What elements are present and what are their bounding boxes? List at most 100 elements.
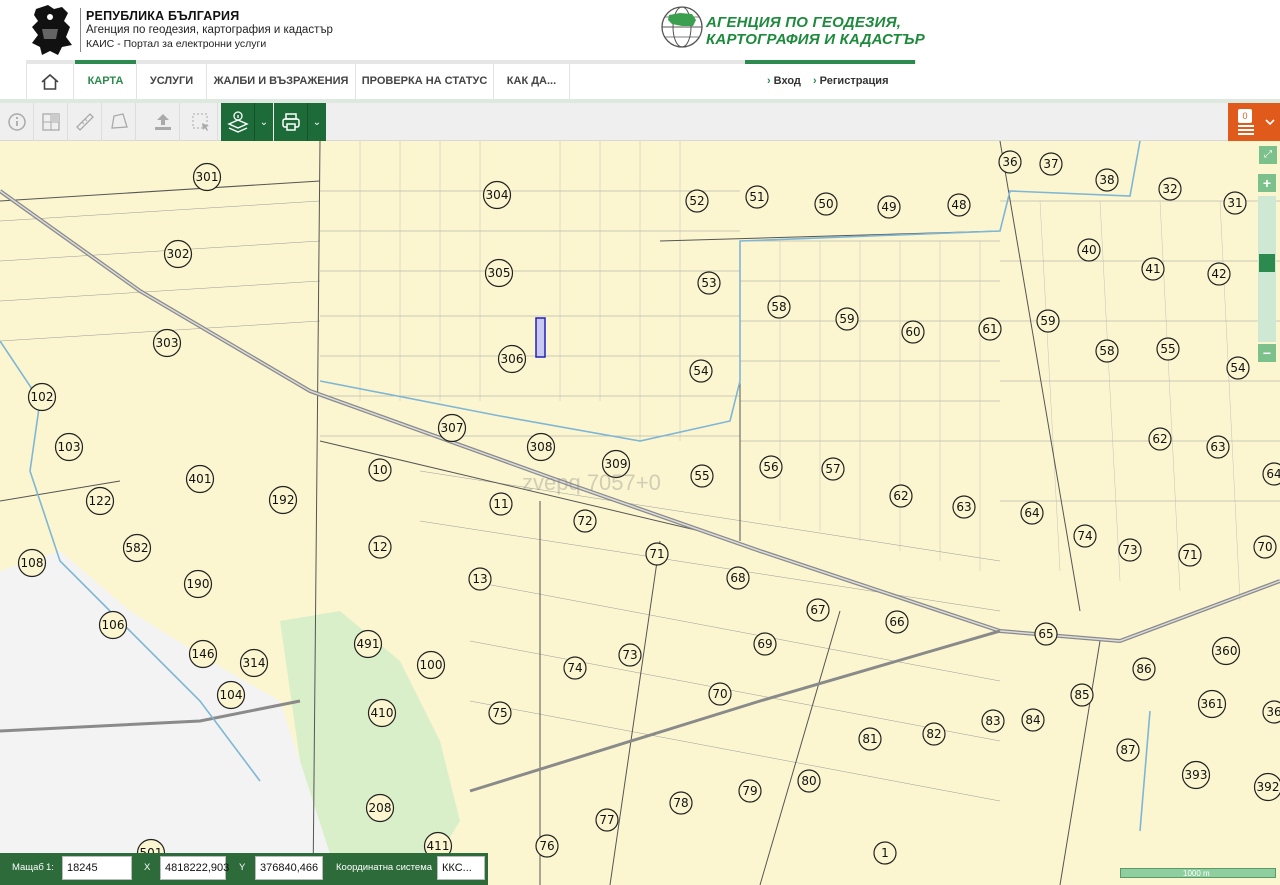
info-tool-button[interactable] bbox=[0, 103, 34, 141]
parcel-label[interactable]: 55 bbox=[690, 464, 714, 488]
parcel-label[interactable]: 49 bbox=[877, 195, 901, 219]
parcel-label[interactable]: 57 bbox=[821, 457, 845, 481]
y-coordinate-field[interactable]: 376840,466 bbox=[255, 856, 323, 880]
register-link[interactable]: › Регистрация bbox=[813, 64, 888, 99]
parcel-label[interactable]: 64 bbox=[1262, 462, 1280, 486]
parcel-label[interactable]: 50 bbox=[814, 192, 838, 216]
fullscreen-button[interactable]: ⤢ bbox=[1259, 146, 1277, 164]
parcel-label[interactable]: 361 bbox=[1197, 689, 1227, 719]
nav-tab-how-to[interactable]: КАК ДА... bbox=[494, 64, 570, 99]
parcel-label[interactable]: 410 bbox=[367, 698, 397, 728]
upload-button[interactable] bbox=[146, 103, 180, 141]
selected-parcel[interactable] bbox=[535, 317, 546, 358]
parcel-label[interactable]: 11 bbox=[489, 492, 513, 516]
parcel-label[interactable]: 31 bbox=[1223, 191, 1247, 215]
parcel-label[interactable]: 83 bbox=[981, 709, 1005, 733]
parcel-label[interactable]: 68 bbox=[726, 566, 750, 590]
parcel-label[interactable]: 307 bbox=[437, 413, 467, 443]
layers-panel-button[interactable] bbox=[1228, 103, 1280, 141]
parcel-label[interactable]: 60 bbox=[901, 320, 925, 344]
parcel-label[interactable]: 302 bbox=[163, 239, 193, 269]
parcel-label[interactable]: 84 bbox=[1021, 708, 1045, 732]
parcel-label[interactable]: 1 bbox=[873, 841, 897, 865]
parcel-label[interactable]: 70 bbox=[708, 682, 732, 706]
parcel-label[interactable]: 146 bbox=[188, 639, 218, 669]
map-canvas[interactable]: 301302303304305306307308309102103401122 1… bbox=[0, 141, 1280, 885]
parcel-label[interactable]: 306 bbox=[497, 344, 527, 374]
measure-area-button[interactable] bbox=[102, 103, 136, 141]
parcel-label[interactable]: 303 bbox=[152, 328, 182, 358]
parcel-label[interactable]: 308 bbox=[526, 432, 556, 462]
zoom-out-button[interactable]: − bbox=[1258, 344, 1276, 362]
parcel-label[interactable]: 393 bbox=[1181, 760, 1211, 790]
home-button[interactable] bbox=[26, 64, 74, 99]
parcel-label[interactable]: 67 bbox=[806, 598, 830, 622]
nav-tab-map[interactable]: КАРТА bbox=[75, 60, 137, 99]
print-dropdown[interactable]: ⌄ bbox=[308, 103, 326, 141]
parcel-label[interactable]: 75 bbox=[488, 701, 512, 725]
parcel-label[interactable]: 40 bbox=[1077, 238, 1101, 262]
parcel-label[interactable]: 86 bbox=[1132, 657, 1156, 681]
parcel-label[interactable]: 12 bbox=[368, 535, 392, 559]
parcel-label[interactable]: 87 bbox=[1116, 738, 1140, 762]
parcel-label[interactable]: 13 bbox=[468, 567, 492, 591]
cadastral-map[interactable]: 301 302 303 304 305 306 307 308 309 102 103 401 122 1… bbox=[0, 141, 1280, 885]
parcel-label[interactable]: 56 bbox=[759, 455, 783, 479]
parcel-label[interactable]: 301 bbox=[192, 162, 222, 192]
parcel-label[interactable]: 491 bbox=[353, 629, 383, 659]
parcel-label[interactable]: 106 bbox=[98, 610, 128, 640]
parcel-label[interactable]: 392 bbox=[1253, 772, 1280, 802]
nav-tab-services[interactable]: УСЛУГИ bbox=[137, 64, 207, 99]
parcel-label[interactable]: 122 bbox=[85, 486, 115, 516]
parcel-label[interactable]: 53 bbox=[697, 271, 721, 295]
nav-tab-complaints[interactable]: ЖАЛБИ И ВЪЗРАЖЕНИЯ bbox=[207, 64, 356, 99]
parcel-label[interactable]: 100 bbox=[416, 650, 446, 680]
parcel-label[interactable]: 314 bbox=[239, 648, 269, 678]
parcel-label[interactable]: 61 bbox=[978, 317, 1002, 341]
parcel-label[interactable]: 71 bbox=[1178, 543, 1202, 567]
parcel-label[interactable]: 74 bbox=[563, 656, 587, 680]
parcel-label[interactable]: 74 bbox=[1073, 524, 1097, 548]
parcel-label[interactable]: 305 bbox=[484, 258, 514, 288]
parcel-label[interactable]: 108 bbox=[17, 548, 47, 578]
parcel-label[interactable]: 78 bbox=[669, 791, 693, 815]
parcel-label[interactable]: 54 bbox=[1226, 356, 1250, 380]
parcel-label[interactable]: 208 bbox=[365, 793, 395, 823]
parcel-label[interactable]: 32 bbox=[1158, 177, 1182, 201]
parcel-label[interactable]: 69 bbox=[753, 632, 777, 656]
parcel-label[interactable]: 63 bbox=[952, 495, 976, 519]
parcel-label[interactable]: 401 bbox=[185, 464, 215, 494]
parcel-label[interactable]: 36 bbox=[998, 150, 1022, 174]
parcel-label[interactable]: 79 bbox=[738, 779, 762, 803]
parcel-label[interactable]: 65 bbox=[1034, 622, 1058, 646]
parcel-label[interactable]: 55 bbox=[1156, 337, 1180, 361]
parcel-label[interactable]: 70 bbox=[1253, 535, 1277, 559]
parcel-label[interactable]: 58 bbox=[1095, 339, 1119, 363]
parcel-label[interactable]: 80 bbox=[797, 769, 821, 793]
parcel-label[interactable]: 38 bbox=[1095, 168, 1119, 192]
login-link[interactable]: › Вход bbox=[767, 64, 801, 99]
parcel-label[interactable]: 62 bbox=[1148, 427, 1172, 451]
zoom-in-button[interactable]: + bbox=[1258, 174, 1276, 192]
parcel-label[interactable]: 72 bbox=[573, 509, 597, 533]
parcel-label[interactable]: 102 bbox=[27, 382, 57, 412]
x-coordinate-field[interactable]: 4818222,903 bbox=[160, 856, 229, 880]
scale-input[interactable]: 18245 bbox=[62, 856, 132, 880]
parcel-label[interactable]: 304 bbox=[482, 180, 512, 210]
parcel-label[interactable]: 52 bbox=[685, 189, 709, 213]
parcel-label[interactable]: 85 bbox=[1070, 683, 1094, 707]
parcel-label[interactable]: 59 bbox=[835, 307, 859, 331]
parcel-label[interactable]: 104 bbox=[216, 680, 246, 710]
parcel-label[interactable]: 73 bbox=[1118, 538, 1142, 562]
parcel-label[interactable]: 192 bbox=[268, 485, 298, 515]
parcel-label[interactable]: 81 bbox=[858, 727, 882, 751]
parcel-label[interactable]: 37 bbox=[1039, 152, 1063, 176]
parcel-label[interactable]: 48 bbox=[947, 193, 971, 217]
zoom-slider-handle[interactable] bbox=[1259, 254, 1275, 272]
parcel-label[interactable]: 54 bbox=[689, 359, 713, 383]
measure-distance-button[interactable] bbox=[68, 103, 102, 141]
layer-info-dropdown[interactable]: ⌄ bbox=[255, 103, 273, 141]
parcel-label[interactable]: 360 bbox=[1211, 636, 1241, 666]
parcel-label[interactable]: 41 bbox=[1141, 257, 1165, 281]
crs-select[interactable]: ККС... bbox=[437, 856, 485, 880]
